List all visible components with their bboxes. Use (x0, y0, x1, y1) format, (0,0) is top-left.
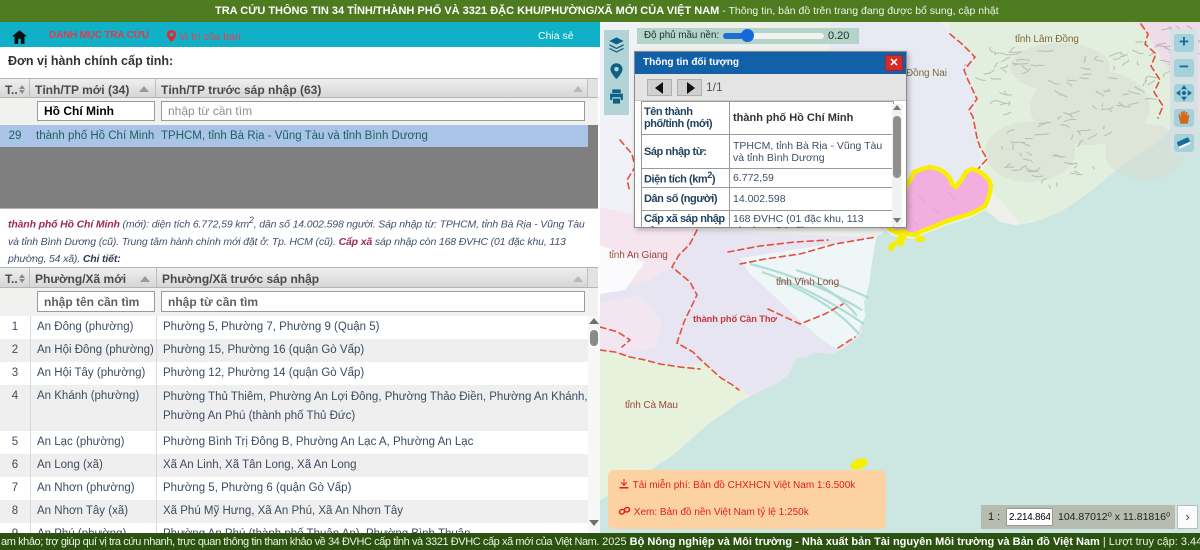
svg-text:tỉnh An Giang: tỉnh An Giang (609, 249, 668, 261)
svg-text:tỉnh Vĩnh Long: tỉnh Vĩnh Long (776, 276, 839, 288)
svg-text:tỉnh Cà Mau: tỉnh Cà Mau (625, 399, 678, 411)
svg-text:Đồng Nai: Đồng Nai (906, 67, 947, 79)
svg-text:thành phố Cần Thơ: thành phố Cần Thơ (693, 314, 777, 324)
svg-text:tỉnh Lâm Đồng: tỉnh Lâm Đồng (1015, 33, 1079, 45)
